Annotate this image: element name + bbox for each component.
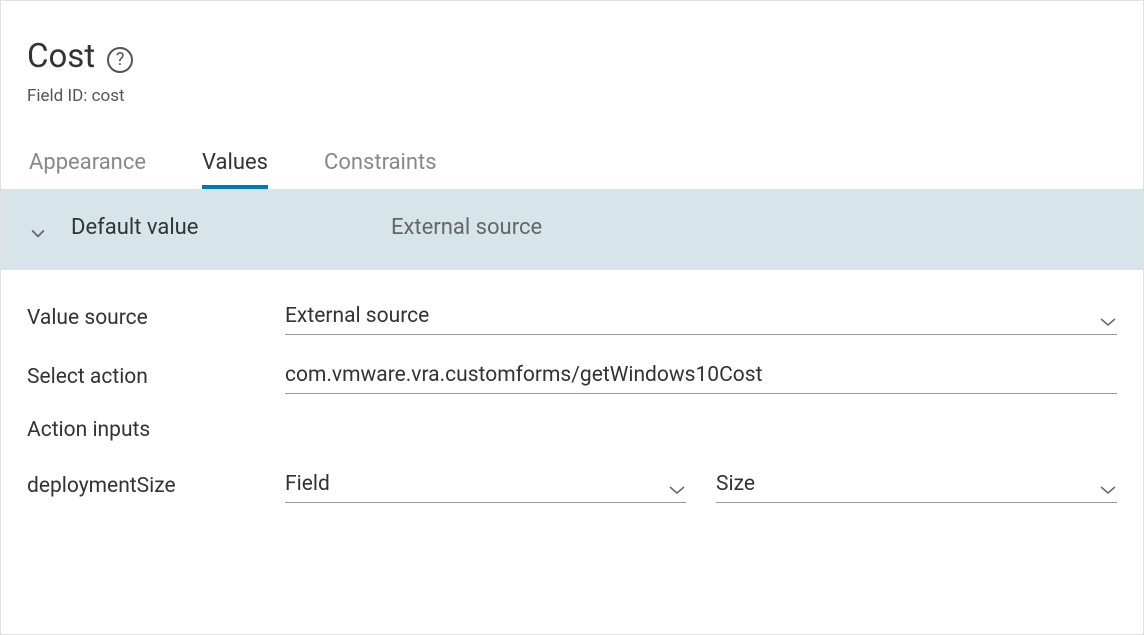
deployment-size-field-select[interactable]: Size xyxy=(716,468,1117,503)
select-action-input[interactable]: com.vmware.vra.customforms/getWindows10C… xyxy=(285,359,1117,394)
panel-header: Cost ? Field ID: cost Appearance Values … xyxy=(1,1,1143,189)
properties-panel: Cost ? Field ID: cost Appearance Values … xyxy=(0,0,1144,635)
deployment-size-type-select[interactable]: Field xyxy=(285,468,686,503)
title-row: Cost ? xyxy=(27,37,1117,76)
action-inputs-heading: Action inputs xyxy=(27,418,1117,442)
help-icon[interactable]: ? xyxy=(107,47,133,73)
deployment-size-type-value: Field xyxy=(285,472,330,496)
deployment-size-row: deploymentSize Field Size xyxy=(27,468,1117,503)
value-source-value: External source xyxy=(285,304,429,328)
tabs: Appearance Values Constraints xyxy=(27,150,1117,189)
deployment-size-field-value: Size xyxy=(716,472,755,496)
value-source-select[interactable]: External source xyxy=(285,300,1117,335)
select-action-value: com.vmware.vra.customforms/getWindows10C… xyxy=(285,363,762,387)
value-source-label: Value source xyxy=(27,306,285,330)
form-body: Value source External source Select acti… xyxy=(1,270,1143,503)
chevron-down-icon xyxy=(1099,478,1117,490)
select-action-label: Select action xyxy=(27,365,285,389)
value-source-row: Value source External source xyxy=(27,300,1117,335)
section-value: External source xyxy=(391,215,542,240)
chevron-down-icon xyxy=(31,222,45,236)
deployment-size-label: deploymentSize xyxy=(27,474,285,498)
section-label: Default value xyxy=(71,215,391,240)
chevron-down-icon xyxy=(668,478,686,490)
tab-constraints[interactable]: Constraints xyxy=(324,150,437,189)
select-action-row: Select action com.vmware.vra.customforms… xyxy=(27,359,1117,394)
section-header[interactable]: Default value External source xyxy=(1,189,1143,270)
page-title: Cost xyxy=(27,37,95,76)
field-id-label: Field ID: cost xyxy=(27,86,1117,106)
tab-values[interactable]: Values xyxy=(202,150,268,189)
tab-appearance[interactable]: Appearance xyxy=(29,150,146,189)
chevron-down-icon xyxy=(1099,310,1117,322)
